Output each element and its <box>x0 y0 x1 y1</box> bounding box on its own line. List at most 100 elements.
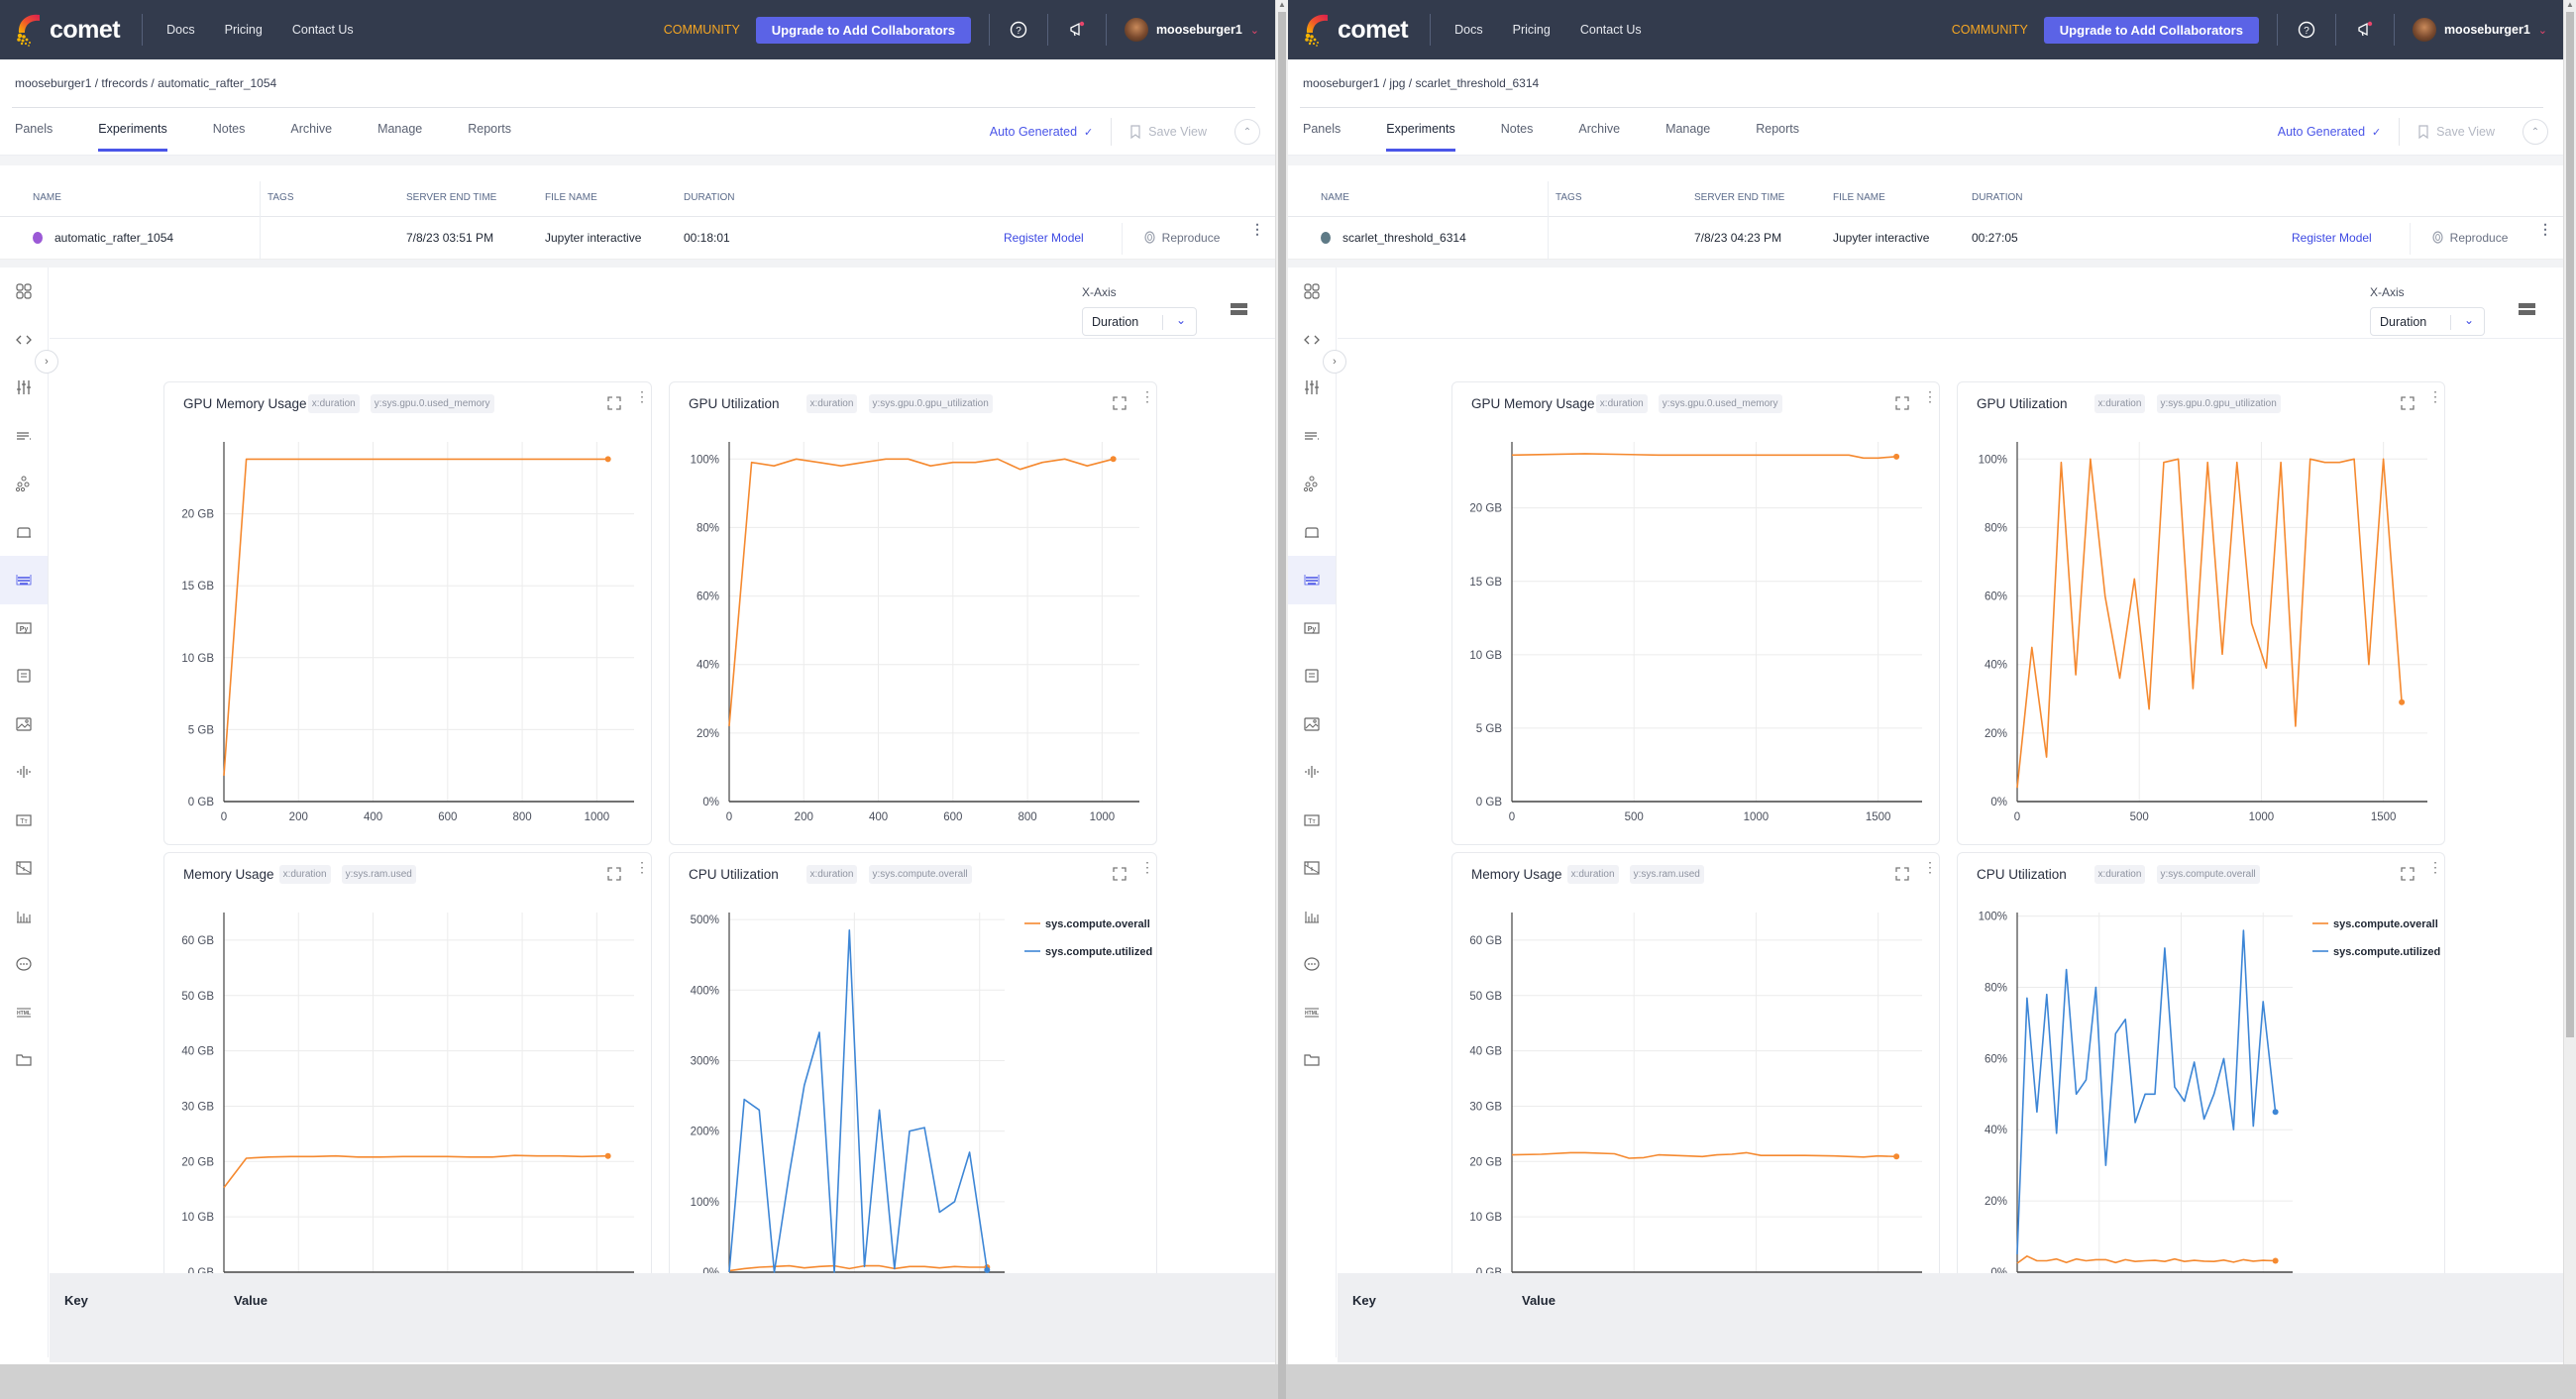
sidebar-item-metrics[interactable] <box>0 412 48 461</box>
row-menu-button[interactable]: ⋮ <box>2538 222 2552 236</box>
nav-link-pricing[interactable]: Pricing <box>225 23 263 37</box>
user-avatar[interactable] <box>2412 18 2436 42</box>
tab-notes[interactable]: Notes <box>213 108 246 156</box>
sidebar-item-audio[interactable] <box>0 748 48 797</box>
xaxis-select[interactable]: Duration ⌄ <box>1082 307 1197 336</box>
sidebar-item-panels-grid[interactable] <box>1288 268 1336 316</box>
sidebar-item-html[interactable]: HTML <box>1288 989 1336 1037</box>
col-header-duration[interactable]: DURATION <box>1972 192 2022 203</box>
line-chart[interactable]: 0 GB 5 GB 10 GB 15 GB 20 GB 0 200 400 600 800 1000 <box>164 422 653 838</box>
breadcrumb-workspace[interactable]: mooseburger1 <box>1303 76 1379 90</box>
announcements-button[interactable] <box>1066 19 1088 41</box>
nav-link-pricing[interactable]: Pricing <box>1513 23 1551 37</box>
sidebar-item-images[interactable] <box>0 700 48 749</box>
col-header-name[interactable]: NAME <box>33 192 61 203</box>
nav-link-docs[interactable]: Docs <box>1454 23 1482 37</box>
vertical-scrollbar[interactable]: ▲ <box>2563 0 2576 1364</box>
scroll-up-arrow-icon[interactable]: ▲ <box>2564 0 2576 10</box>
line-chart[interactable]: 0%20%40%60%80%100%050010001500sys.comput… <box>1958 893 2446 1309</box>
fullscreen-icon[interactable] <box>607 396 621 410</box>
line-chart[interactable]: 0 GB10 GB20 GB30 GB40 GB50 GB60 GB050010… <box>1452 893 1941 1309</box>
line-chart[interactable]: 0% 20% 40% 60% 80% 100% 0 500 1000 1500 <box>1958 422 2446 838</box>
col-header-duration[interactable]: DURATION <box>684 192 734 203</box>
fullscreen-icon[interactable] <box>1895 396 1909 410</box>
line-chart[interactable]: 0%100%200%300%400%500%05001000sys.comput… <box>670 893 1158 1309</box>
sidebar-item-output[interactable] <box>0 508 48 557</box>
nav-link-contact[interactable]: Contact Us <box>292 23 354 37</box>
sidebar-item-audio[interactable] <box>1288 748 1336 797</box>
view-selector[interactable]: Auto Generated ✓ <box>2278 125 2381 139</box>
sidebar-item-graph-definition[interactable] <box>1288 460 1336 508</box>
reproduce-button[interactable]: Reproduce <box>2432 231 2508 245</box>
col-header-tags[interactable]: TAGS <box>268 192 293 203</box>
register-model-button[interactable]: Register Model <box>1004 231 1084 245</box>
view-selector[interactable]: Auto Generated ✓ <box>990 125 1093 139</box>
sidebar-item-text[interactable]: Tт <box>1288 797 1336 845</box>
scrollbar-thumb[interactable] <box>1278 12 1286 1399</box>
tab-manage[interactable]: Manage <box>1665 108 1710 156</box>
fullscreen-icon[interactable] <box>2401 396 2415 410</box>
sidebar-item-output[interactable] <box>1288 508 1336 557</box>
nav-link-docs[interactable]: Docs <box>166 23 194 37</box>
tab-panels[interactable]: Panels <box>15 108 53 156</box>
comet-logo[interactable]: comet <box>1288 0 1409 59</box>
sidebar-item-graph-definition[interactable] <box>0 460 48 508</box>
register-model-button[interactable]: Register Model <box>2292 231 2372 245</box>
expand-sidebar-button[interactable]: › <box>35 350 58 374</box>
tab-archive[interactable]: Archive <box>1578 108 1620 156</box>
reproduce-button[interactable]: Reproduce <box>1144 231 1220 245</box>
announcements-button[interactable] <box>2354 19 2376 41</box>
help-button[interactable]: ? <box>1008 19 1029 41</box>
col-header-tags[interactable]: TAGS <box>1556 192 1581 203</box>
upgrade-button[interactable]: Upgrade to Add Collaborators <box>2043 16 2259 44</box>
sidebar-item-confusion-matrix[interactable] <box>1288 844 1336 893</box>
value-column-header[interactable]: Value <box>1522 1293 1556 1308</box>
sidebar-item-assets[interactable] <box>0 1036 48 1085</box>
line-chart[interactable]: 0 GB 5 GB 10 GB 15 GB 20 GB 0 500 1000 1500 <box>1452 422 1941 838</box>
experiment-name[interactable]: scarlet_threshold_6314 <box>1342 231 1466 245</box>
layout-toggle-icon[interactable] <box>2519 303 2535 317</box>
sidebar-item-assets[interactable] <box>1288 1036 1336 1085</box>
line-chart[interactable]: 0% 20% 40% 60% 80% 100% 0 200 400 600 800 1000 <box>670 422 1158 838</box>
col-header-server-end-time[interactable]: SERVER END TIME <box>406 192 496 203</box>
comet-logo[interactable]: comet <box>0 0 121 59</box>
col-header-file-name[interactable]: FILE NAME <box>1833 192 1885 203</box>
fullscreen-icon[interactable] <box>1895 867 1909 881</box>
breadcrumb-workspace[interactable]: mooseburger1 <box>15 76 91 90</box>
sidebar-item-system-metrics[interactable] <box>1288 556 1336 604</box>
tab-manage[interactable]: Manage <box>377 108 422 156</box>
panel-menu-button[interactable]: ⋮ <box>2428 389 2442 410</box>
key-column-header[interactable]: Key <box>64 1293 88 1308</box>
sidebar-item-histograms[interactable] <box>0 893 48 941</box>
line-chart[interactable]: 0 GB10 GB20 GB30 GB40 GB50 GB60 GB020040… <box>164 893 653 1309</box>
tab-notes[interactable]: Notes <box>1501 108 1534 156</box>
panel-menu-button[interactable]: ⋮ <box>2428 860 2442 881</box>
panel-menu-button[interactable]: ⋮ <box>635 860 649 881</box>
key-column-header[interactable]: Key <box>1352 1293 1376 1308</box>
username[interactable]: mooseburger1 <box>2444 23 2530 37</box>
sidebar-item-installed-packages[interactable]: Py <box>0 604 48 653</box>
vertical-scrollbar[interactable]: ▲ <box>1275 0 1288 1399</box>
panel-menu-button[interactable]: ⋮ <box>1140 860 1154 881</box>
collapse-header-button[interactable]: ⌃ <box>2522 119 2548 145</box>
row-menu-button[interactable]: ⋮ <box>1250 222 1264 236</box>
panel-menu-button[interactable]: ⋮ <box>1923 860 1937 881</box>
sidebar-item-notes[interactable] <box>0 652 48 700</box>
tab-experiments[interactable]: Experiments <box>1386 108 1456 156</box>
sidebar-item-system-metrics[interactable] <box>0 556 48 604</box>
username[interactable]: mooseburger1 <box>1156 23 1242 37</box>
tab-experiments[interactable]: Experiments <box>98 108 168 156</box>
sidebar-item-html[interactable]: HTML <box>0 989 48 1037</box>
sidebar-item-confusion-matrix[interactable] <box>0 844 48 893</box>
upgrade-button[interactable]: Upgrade to Add Collaborators <box>755 16 971 44</box>
sidebar-item-other[interactable] <box>1288 940 1336 989</box>
panel-menu-button[interactable]: ⋮ <box>635 389 649 410</box>
panel-menu-button[interactable]: ⋮ <box>1923 389 1937 410</box>
sidebar-item-images[interactable] <box>1288 700 1336 749</box>
collapse-header-button[interactable]: ⌃ <box>1234 119 1260 145</box>
panel-menu-button[interactable]: ⋮ <box>1140 389 1154 410</box>
col-header-file-name[interactable]: FILE NAME <box>545 192 597 203</box>
chevron-down-icon[interactable]: ⌄ <box>1250 24 1259 37</box>
nav-link-contact[interactable]: Contact Us <box>1580 23 1642 37</box>
sidebar-item-notes[interactable] <box>1288 652 1336 700</box>
